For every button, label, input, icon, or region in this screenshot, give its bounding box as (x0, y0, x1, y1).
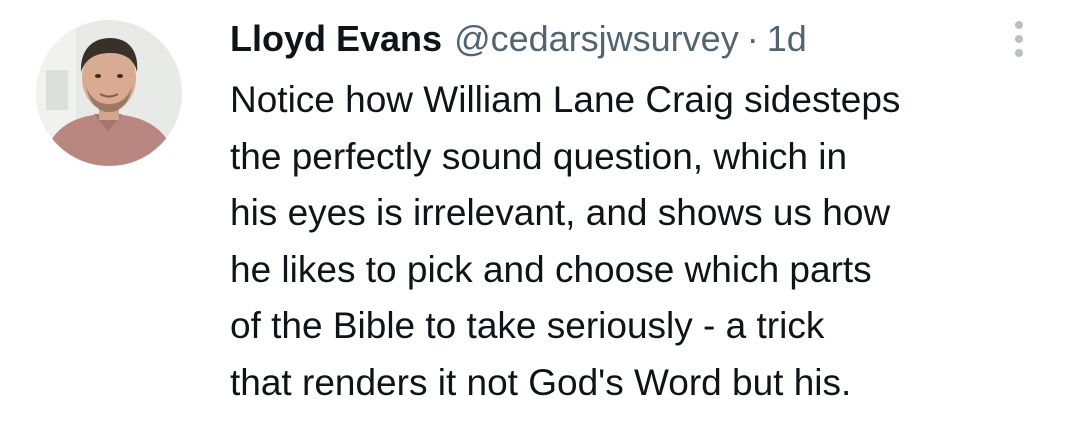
timestamp[interactable]: 1d (767, 14, 807, 64)
tweet-header: Lloyd Evans @cedarsjwsurvey · 1d (230, 14, 807, 64)
tweet-text-line: the perfectly sound question, which in (230, 135, 848, 177)
avatar-photo (36, 20, 182, 166)
tweet-text-line: his eyes is irrelevant, and shows us how (230, 192, 891, 233)
tweet-text-line: he likes to pick and choose which parts (230, 248, 872, 290)
more-dot (1015, 35, 1023, 43)
more-dot (1015, 21, 1023, 29)
separator-dot: · (746, 18, 759, 59)
author-handle[interactable]: @cedarsjwsurvey (454, 14, 739, 64)
tweet[interactable]: Lloyd Evans @cedarsjwsurvey · 1d Notice … (0, 0, 1079, 441)
author-display-name[interactable]: Lloyd Evans (230, 14, 442, 64)
more-vertical-icon[interactable] (1004, 14, 1034, 64)
tweet-text-line: of the Bible to take seriously - a trick (230, 305, 825, 346)
tweet-text-line: that renders it not God's Word but his. (230, 361, 852, 403)
tweet-text: Notice how William Lane Craig sidesteps … (230, 72, 1060, 411)
avatar[interactable] (36, 20, 182, 166)
tweet-text-line: Notice how William Lane Craig sidesteps (230, 79, 901, 120)
more-dot (1015, 49, 1023, 57)
